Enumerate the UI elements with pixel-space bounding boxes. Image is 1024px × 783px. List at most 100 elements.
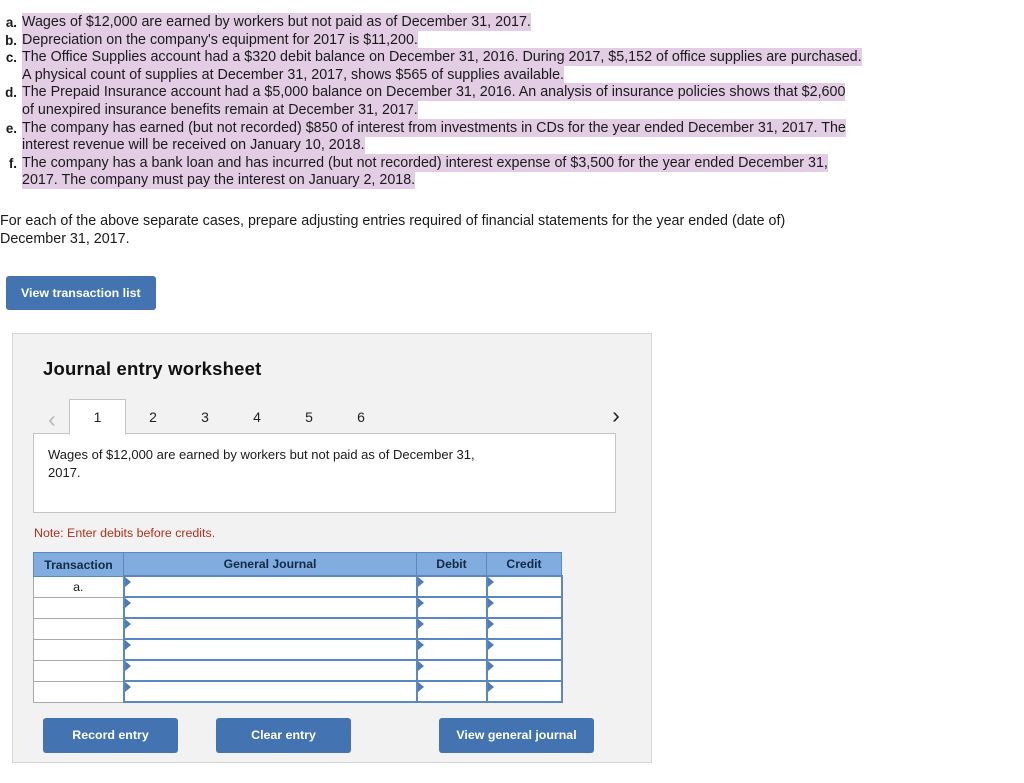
dropdown-triangle-icon[interactable] — [487, 598, 494, 609]
case-letter: a. — [5, 15, 17, 30]
case-text-span: A physical count of supplies at December… — [22, 65, 565, 84]
dropdown-triangle-icon[interactable] — [124, 640, 131, 651]
cell-debit[interactable] — [415, 680, 488, 704]
case-text-span: 2017. The company must pay the interest … — [22, 171, 416, 190]
case-text-line: interest revenue will be received on Jan… — [22, 136, 1020, 155]
case-text-line: A physical count of supplies at December… — [22, 65, 1020, 85]
cell-transaction[interactable] — [33, 659, 124, 682]
dropdown-triangle-icon[interactable] — [124, 598, 131, 609]
dropdown-triangle-icon[interactable] — [124, 577, 131, 588]
cell-transaction[interactable] — [33, 680, 124, 703]
entry-description-line-2: 2017. — [48, 465, 81, 481]
column-header-credit: Credit — [486, 552, 562, 577]
case-text-line: Wages of $12,000 are earned by workers b… — [22, 13, 1020, 32]
table-row: a. — [33, 575, 563, 599]
case-text-line: The company has earned (but not recorded… — [22, 118, 1020, 138]
dropdown-triangle-icon[interactable] — [124, 682, 131, 693]
dropdown-triangle-icon[interactable] — [417, 619, 424, 630]
journal-entry-table: Transaction General Journal Debit Credit… — [33, 552, 563, 704]
record-entry-button[interactable]: Record entry — [43, 718, 178, 753]
dropdown-triangle-icon[interactable] — [417, 598, 424, 609]
cell-debit[interactable] — [415, 659, 488, 683]
case-text-span: Depreciation on the company's equipment … — [22, 30, 418, 49]
dropdown-triangle-icon[interactable] — [487, 661, 494, 672]
cell-general-journal[interactable] — [122, 575, 418, 599]
worksheet-tab-5[interactable]: 5 — [284, 400, 334, 434]
dropdown-triangle-icon[interactable] — [417, 640, 424, 651]
instructions-line-2: December 31, 2017. — [0, 230, 130, 247]
cell-transaction[interactable] — [33, 638, 124, 661]
worksheet-tab-2[interactable]: 2 — [128, 400, 178, 434]
case-letter: c. — [5, 50, 17, 66]
view-general-journal-button[interactable]: View general journal — [439, 718, 594, 753]
dropdown-triangle-icon[interactable] — [124, 661, 131, 672]
dropdown-triangle-icon[interactable] — [124, 619, 131, 630]
case-text-line: of unexpired insurance benefits remain a… — [22, 100, 1020, 120]
case-text-span: The Prepaid Insurance account had a $5,0… — [22, 83, 846, 102]
chevron-left-icon[interactable]: ‹ — [37, 404, 67, 434]
worksheet-tab-1[interactable]: 1 — [69, 399, 126, 436]
cell-debit[interactable] — [415, 617, 488, 641]
case-text: The Prepaid Insurance account had a $5,0… — [22, 83, 1024, 120]
case-text-line: The company has a bank loan and has incu… — [22, 153, 1020, 173]
dropdown-triangle-icon[interactable] — [417, 577, 424, 588]
worksheet-tab-3[interactable]: 3 — [180, 400, 230, 434]
table-row — [33, 617, 563, 641]
case-text-span: The company has a bank loan and has incu… — [22, 153, 828, 172]
view-transaction-list-button[interactable]: View transaction list — [6, 275, 156, 311]
case-text-span: Wages of $12,000 are earned by workers b… — [22, 13, 531, 31]
case-text-line: Depreciation on the company's equipment … — [22, 30, 1020, 50]
chevron-right-icon[interactable]: › — [601, 400, 631, 430]
journal-entry-worksheet-panel: Journal entry worksheet ‹ 123456 › Wages… — [12, 333, 652, 764]
case-text-span: The Office Supplies account had a $320 d… — [22, 48, 862, 67]
cell-debit[interactable] — [415, 596, 488, 620]
instructions-paragraph: For each of the above separate cases, pr… — [0, 212, 880, 248]
cell-credit[interactable] — [485, 659, 563, 683]
table-row — [33, 680, 563, 704]
dropdown-triangle-icon[interactable] — [417, 682, 424, 693]
cell-debit[interactable] — [415, 638, 488, 662]
case-text-line: 2017. The company must pay the interest … — [22, 171, 1020, 190]
case-text-span: interest revenue will be received on Jan… — [22, 136, 365, 155]
case-item: d. The Prepaid Insurance account had a $5… — [0, 83, 1024, 120]
cell-general-journal[interactable] — [122, 659, 418, 683]
table-row — [33, 638, 563, 662]
cell-credit[interactable] — [485, 596, 563, 620]
cell-general-journal[interactable] — [122, 596, 418, 620]
debits-before-credits-note: Note: Enter debits before credits. — [34, 526, 216, 541]
table-row — [33, 596, 563, 620]
worksheet-tabs: ‹ 123456 › — [33, 398, 631, 436]
cell-general-journal[interactable] — [122, 680, 418, 704]
entry-description-line-1: Wages of $12,000 are earned by workers b… — [48, 447, 475, 463]
worksheet-action-buttons: Record entry Clear entry View general jo… — [43, 718, 631, 753]
cell-credit[interactable] — [485, 617, 563, 641]
cell-transaction[interactable]: a. — [33, 575, 124, 598]
dropdown-triangle-icon[interactable] — [487, 577, 494, 588]
cell-credit[interactable] — [485, 575, 563, 599]
case-text: Wages of $12,000 are earned by workers b… — [22, 13, 1024, 32]
case-text: The company has earned (but not recorded… — [22, 118, 1024, 155]
dropdown-triangle-icon[interactable] — [417, 661, 424, 672]
case-letter: f. — [8, 155, 17, 171]
dropdown-triangle-icon[interactable] — [487, 619, 494, 630]
entry-description-box: Wages of $12,000 are earned by workers b… — [33, 433, 616, 514]
dropdown-triangle-icon[interactable] — [487, 682, 494, 693]
worksheet-tab-6[interactable]: 6 — [336, 400, 386, 434]
cell-credit[interactable] — [485, 680, 563, 704]
case-text-span: The company has earned (but not recorded… — [22, 118, 846, 137]
cell-transaction[interactable] — [33, 617, 124, 640]
case-text-span: of unexpired insurance benefits remain a… — [22, 100, 418, 119]
dropdown-triangle-icon[interactable] — [487, 640, 494, 651]
clear-entry-button[interactable]: Clear entry — [216, 718, 351, 753]
case-item: b. Depreciation on the company's equipmen… — [0, 30, 1024, 50]
case-text: The Office Supplies account had a $320 d… — [22, 48, 1024, 85]
case-item: e. The company has earned (but not record… — [0, 118, 1024, 155]
cell-transaction[interactable] — [33, 596, 124, 619]
worksheet-tab-4[interactable]: 4 — [232, 400, 282, 434]
cell-general-journal[interactable] — [122, 617, 418, 641]
cell-general-journal[interactable] — [122, 638, 418, 662]
cell-credit[interactable] — [485, 638, 563, 662]
cell-debit[interactable] — [415, 575, 488, 599]
case-text-line: The Prepaid Insurance account had a $5,0… — [22, 83, 1020, 102]
instructions-line-1: For each of the above separate cases, pr… — [0, 212, 786, 229]
